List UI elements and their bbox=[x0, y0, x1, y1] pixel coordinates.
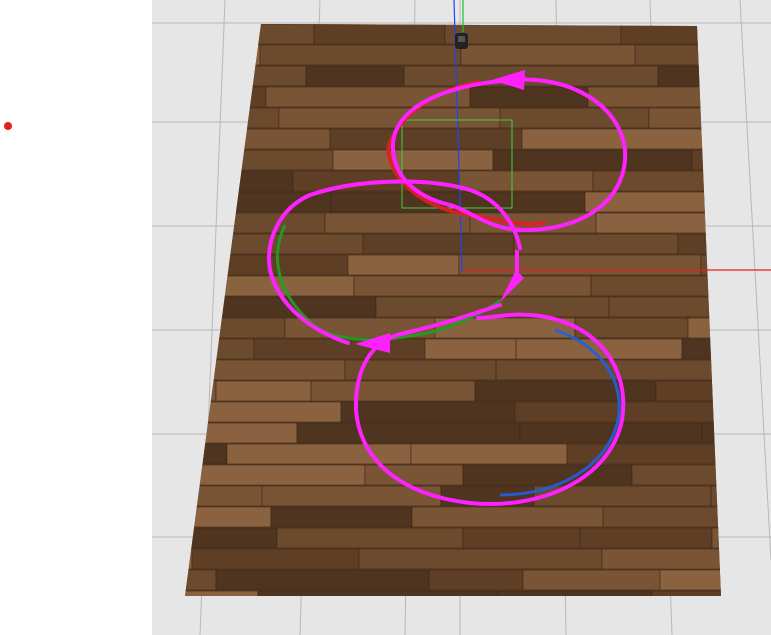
wood-plank bbox=[428, 569, 524, 591]
wood-plank bbox=[410, 443, 568, 465]
wood-plank bbox=[344, 359, 497, 381]
wood-plank bbox=[313, 24, 446, 45]
marker-dot bbox=[4, 122, 12, 130]
wood-plank bbox=[458, 254, 702, 276]
wood-plank bbox=[191, 548, 360, 570]
wood-plank bbox=[458, 170, 594, 192]
wood-plank bbox=[296, 422, 521, 444]
wood-plank bbox=[474, 380, 657, 402]
wood-plank bbox=[270, 506, 413, 528]
wood-plank bbox=[492, 149, 693, 171]
wood-plank bbox=[329, 128, 523, 150]
wood-plank bbox=[332, 149, 494, 171]
wood-plank bbox=[462, 464, 633, 486]
wood-plank bbox=[215, 569, 430, 591]
wood-plank bbox=[358, 548, 603, 570]
wood-plank bbox=[522, 569, 661, 591]
robot-icon[interactable] bbox=[455, 33, 468, 49]
wood-plank bbox=[324, 212, 471, 234]
wood-plank bbox=[226, 443, 412, 465]
wood-plank bbox=[215, 380, 312, 402]
wood-plank bbox=[579, 527, 713, 549]
wood-plank bbox=[403, 65, 659, 87]
wood-plank bbox=[460, 44, 636, 66]
wood-plank bbox=[469, 86, 589, 108]
wood-plank bbox=[411, 506, 604, 528]
wood-plank bbox=[353, 275, 592, 297]
wood-plank bbox=[513, 233, 679, 255]
wood-plank bbox=[310, 380, 476, 402]
wood-plank bbox=[259, 44, 462, 66]
wood-plank bbox=[462, 527, 581, 549]
left-margin bbox=[0, 0, 152, 635]
wood-plank bbox=[265, 86, 471, 108]
wood-plank bbox=[362, 233, 515, 255]
wood-plank bbox=[276, 527, 464, 549]
wood-plank bbox=[305, 65, 405, 87]
wood-plank bbox=[499, 107, 650, 129]
wood-plank bbox=[364, 464, 464, 486]
wood-plank bbox=[278, 107, 501, 129]
wood-plank bbox=[340, 401, 516, 423]
wood-plank bbox=[347, 254, 460, 276]
simulation-viewport[interactable] bbox=[0, 0, 771, 635]
wood-plank bbox=[444, 24, 622, 45]
wood-plank bbox=[424, 338, 517, 360]
